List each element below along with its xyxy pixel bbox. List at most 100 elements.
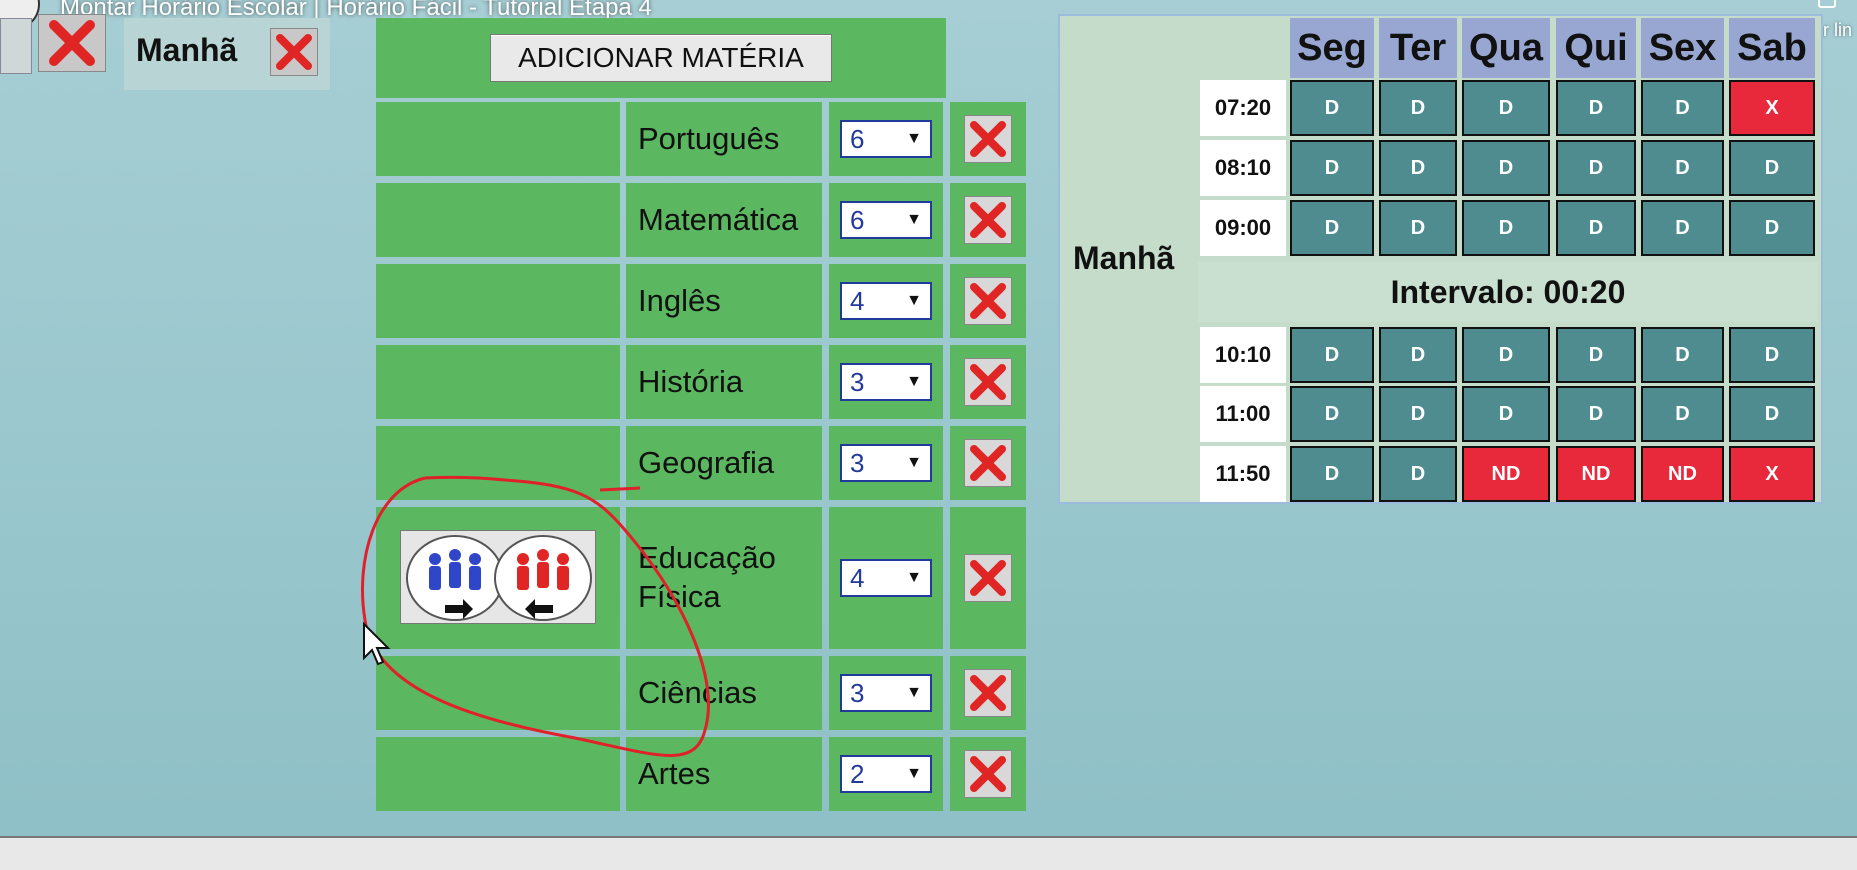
close-icon (970, 756, 1006, 792)
select-value: 6 (850, 123, 865, 154)
close-icon (970, 121, 1006, 157)
schedule-slot[interactable]: D (1290, 140, 1374, 196)
schedule-slot[interactable]: D (1379, 446, 1457, 502)
subject-qty-cell: 6 ▼ (829, 183, 943, 257)
schedule-slot[interactable]: X (1729, 446, 1815, 502)
subject-qty-cell: 6 ▼ (829, 102, 943, 176)
chevron-down-icon: ▼ (906, 454, 922, 471)
schedule-slot[interactable]: D (1379, 327, 1457, 383)
day-header: Ter (1379, 18, 1457, 78)
chevron-down-icon: ▼ (906, 130, 922, 147)
subject-name: Matemática (626, 183, 822, 257)
schedule-slot[interactable]: D (1290, 200, 1374, 256)
subject-group-cell (376, 102, 620, 176)
delete-subject-button[interactable] (964, 196, 1012, 244)
schedule-slot[interactable]: D (1462, 140, 1550, 196)
chevron-down-icon: ▼ (906, 373, 922, 390)
schedule-slot[interactable]: D (1556, 327, 1636, 383)
schedule-slot[interactable]: D (1290, 327, 1374, 383)
close-icon (276, 34, 312, 70)
schedule-slot[interactable]: ND (1556, 446, 1636, 502)
time-label: 07:20 (1200, 80, 1286, 136)
schedule-slot[interactable]: D (1641, 200, 1724, 256)
schedule-slot[interactable]: D (1556, 80, 1636, 136)
chevron-down-icon: ▼ (906, 292, 922, 309)
subject-name: História (626, 345, 822, 419)
schedule-slot[interactable]: D (1641, 327, 1724, 383)
schedule-slot[interactable]: X (1729, 80, 1815, 136)
schedule-slot[interactable]: ND (1462, 446, 1550, 502)
delete-subject-button[interactable] (964, 277, 1012, 325)
subject-group-cell (376, 264, 620, 338)
time-label: 08:10 (1200, 140, 1286, 196)
subject-name: Português (626, 102, 822, 176)
subject-delete-cell (950, 264, 1026, 338)
copy-link-icon[interactable] (1818, 0, 1836, 8)
day-header: Sab (1729, 18, 1815, 78)
delete-subject-button[interactable] (964, 669, 1012, 717)
close-icon (970, 560, 1006, 596)
schedule-slot[interactable]: D (1641, 386, 1724, 442)
select-value: 3 (850, 366, 865, 397)
time-label: 10:10 (1200, 327, 1286, 383)
subject-group-cell (376, 183, 620, 257)
schedule-slot[interactable]: D (1290, 386, 1374, 442)
schedule-slot[interactable]: D (1556, 200, 1636, 256)
schedule-shift-label: Manhã (1073, 240, 1175, 276)
subject-name: Inglês (626, 264, 822, 338)
close-icon (970, 283, 1006, 319)
chevron-down-icon: ▼ (906, 684, 922, 701)
schedule-slot[interactable]: D (1290, 80, 1374, 136)
schedule-slot[interactable]: D (1290, 446, 1374, 502)
schedule-slot[interactable]: ND (1641, 446, 1724, 502)
subject-delete-cell (950, 183, 1026, 257)
annotation-circle (361, 475, 710, 757)
select-value: 6 (850, 204, 865, 235)
shift-label: Manhã (136, 32, 238, 68)
add-subject-button[interactable]: ADICIONAR MATÉRIA (490, 34, 832, 82)
lessons-per-week-select[interactable]: 6 ▼ (840, 120, 932, 158)
schedule-slot[interactable]: D (1462, 200, 1550, 256)
close-icon (970, 675, 1006, 711)
schedule-slot[interactable]: D (1729, 386, 1815, 442)
schedule-slot[interactable]: D (1379, 140, 1457, 196)
schedule-slot[interactable]: D (1556, 140, 1636, 196)
subject-delete-cell (950, 656, 1026, 730)
schedule-slot[interactable]: D (1729, 200, 1815, 256)
lessons-per-week-select[interactable]: 6 ▼ (840, 201, 932, 239)
shift-thumbnail[interactable] (0, 18, 32, 74)
remove-shift-tab-button[interactable] (270, 28, 318, 76)
interval-row: Intervalo: 00:20 (1198, 262, 1818, 322)
schedule-slot[interactable]: D (1641, 140, 1724, 196)
schedule-slot[interactable]: D (1556, 386, 1636, 442)
schedule-slot[interactable]: D (1641, 80, 1724, 136)
lessons-per-week-select[interactable]: 4 ▼ (840, 282, 932, 320)
schedule-slot[interactable]: D (1462, 327, 1550, 383)
schedule-slot[interactable]: D (1729, 327, 1815, 383)
player-bottom-bar (0, 836, 1857, 870)
delete-subject-button[interactable] (964, 554, 1012, 602)
schedule-slot[interactable]: D (1379, 80, 1457, 136)
chevron-down-icon: ▼ (906, 569, 922, 586)
lessons-per-week-select[interactable]: 3 ▼ (840, 363, 932, 401)
schedule-slot[interactable]: D (1462, 386, 1550, 442)
day-header: Seg (1290, 18, 1374, 78)
subject-delete-cell (950, 737, 1026, 811)
delete-subject-button[interactable] (964, 115, 1012, 163)
schedule-slot[interactable]: D (1379, 200, 1457, 256)
day-header: Sex (1641, 18, 1724, 78)
close-icon (970, 202, 1006, 238)
remove-shift-button[interactable] (38, 14, 106, 72)
delete-subject-button[interactable] (964, 358, 1012, 406)
schedule-slot[interactable]: D (1379, 386, 1457, 442)
delete-subject-button[interactable] (964, 750, 1012, 798)
schedule-slot[interactable]: D (1462, 80, 1550, 136)
chevron-down-icon: ▼ (906, 765, 922, 782)
close-icon (970, 364, 1006, 400)
subject-delete-cell (950, 345, 1026, 419)
time-label: 11:50 (1200, 446, 1286, 502)
subject-delete-cell (950, 426, 1026, 500)
time-label: 11:00 (1200, 386, 1286, 442)
delete-subject-button[interactable] (964, 439, 1012, 487)
schedule-slot[interactable]: D (1729, 140, 1815, 196)
